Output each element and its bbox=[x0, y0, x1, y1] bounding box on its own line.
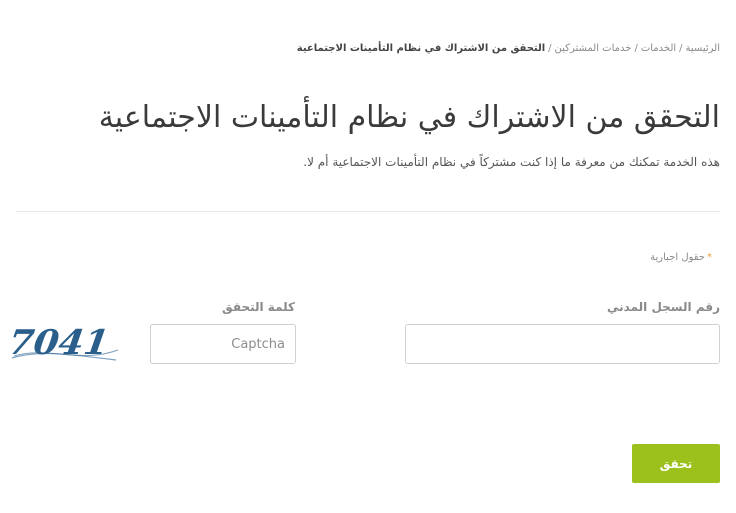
page-title: التحقق من الاشتراك في نظام التأمينات الا… bbox=[98, 100, 720, 135]
page-description: هذه الخدمة تمكنك من معرفة ما إذا كنت مشت… bbox=[303, 155, 720, 169]
captcha-input[interactable] bbox=[150, 324, 296, 364]
breadcrumb-separator: / bbox=[548, 43, 552, 54]
breadcrumb-separator: / bbox=[679, 43, 683, 54]
required-star: * bbox=[707, 252, 712, 263]
civil-id-label: رقم السجل المدني bbox=[607, 300, 720, 314]
civil-id-input[interactable] bbox=[405, 324, 720, 364]
breadcrumb-separator: / bbox=[634, 43, 638, 54]
breadcrumb-current: التحقق من الاشتراك في نظام التأمينات الا… bbox=[296, 43, 546, 54]
required-note-text: حقول اجبارية bbox=[650, 252, 705, 263]
required-fields-note: *حقول اجبارية bbox=[650, 252, 712, 263]
captcha-image: 7041 bbox=[8, 323, 119, 363]
breadcrumb: الرئيسية/الخدمات/خدمات المشتركين/التحقق … bbox=[296, 43, 720, 54]
breadcrumb-home-link[interactable]: الرئيسية bbox=[686, 43, 720, 54]
section-divider bbox=[16, 211, 720, 212]
breadcrumb-services-link[interactable]: الخدمات bbox=[641, 43, 676, 54]
captcha-label: كلمة التحقق bbox=[222, 300, 295, 314]
verify-button[interactable]: تحقق bbox=[632, 444, 720, 483]
captcha-image-text: 7041 bbox=[8, 323, 112, 363]
breadcrumb-subscriber-services-link[interactable]: خدمات المشتركين bbox=[555, 43, 632, 54]
